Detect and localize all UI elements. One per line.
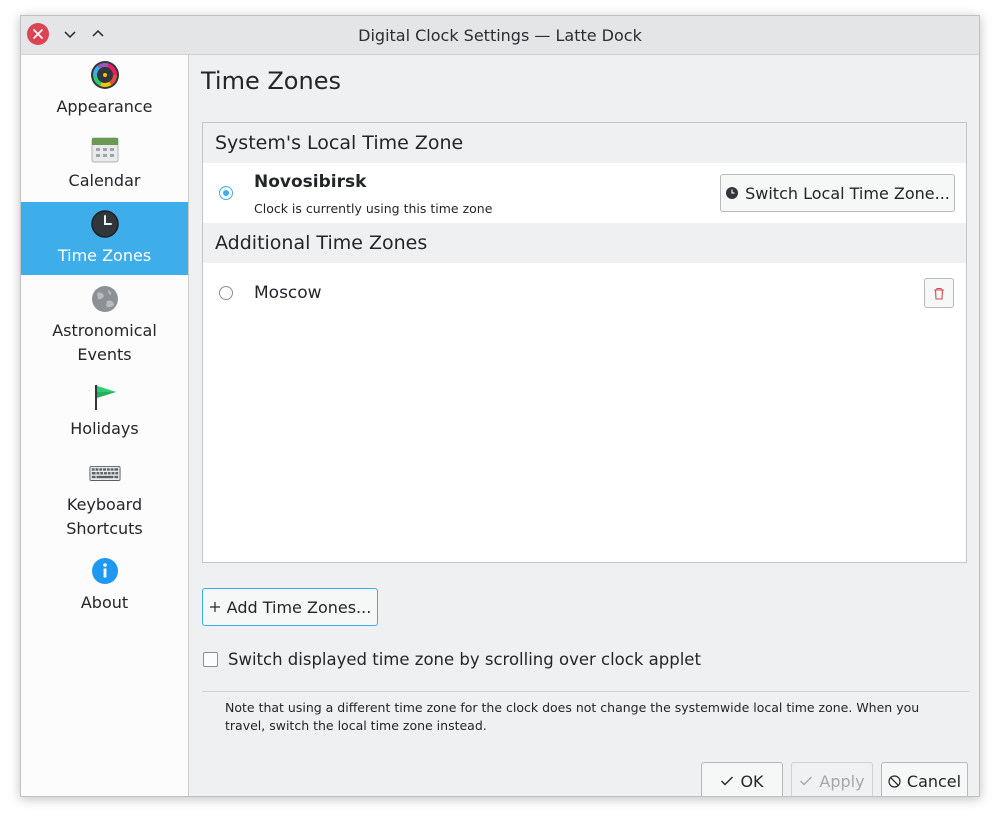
cancel-button[interactable]: Cancel	[881, 762, 968, 796]
time-zone-panel: System's Local Time Zone Novosibirsk Clo…	[202, 122, 967, 563]
sidebar-item-astronomical-events[interactable]: Astronomical Events	[21, 277, 188, 373]
appearance-icon	[89, 59, 121, 91]
divider	[202, 691, 969, 692]
check-icon	[800, 776, 813, 786]
sidebar-item-holidays[interactable]: Holidays	[21, 375, 188, 447]
sidebar-item-label: Calendar	[68, 171, 141, 190]
ok-button[interactable]: OK	[701, 762, 783, 796]
sidebar-item-label: Appearance	[56, 97, 153, 116]
scroll-switch-label[interactable]: Switch displayed time zone by scrolling …	[228, 650, 701, 669]
window-title: Digital Clock Settings — Latte Dock	[358, 26, 642, 45]
cancel-label: Cancel	[906, 771, 962, 791]
local-zone-radio[interactable]	[219, 186, 233, 200]
additional-section-title: Additional Time Zones	[215, 232, 428, 254]
keyboard-icon	[88, 457, 121, 489]
moscow-radio[interactable]	[219, 286, 233, 300]
local-section-header: System's Local Time Zone	[203, 123, 966, 163]
trash-icon	[934, 287, 944, 300]
sidebar-item-label: Keyboard Shortcuts	[66, 495, 143, 538]
switch-local-time-zone-button[interactable]: Switch Local Time Zone...	[720, 174, 955, 212]
sidebar-item-appearance[interactable]: Appearance	[21, 55, 188, 125]
local-zone-note: Clock is currently using this time zone	[254, 201, 493, 216]
switch-local-time-zone-label: Switch Local Time Zone...	[745, 183, 950, 203]
clock-icon	[726, 187, 739, 199]
calendar-icon	[89, 133, 121, 165]
list-item[interactable]: Moscow	[203, 263, 966, 323]
scroll-switch-checkbox[interactable]	[203, 652, 218, 667]
cancel-icon	[888, 774, 901, 788]
add-time-zones-button[interactable]: Add Time Zones...	[202, 588, 378, 626]
local-section-title: System's Local Time Zone	[215, 132, 464, 154]
sidebar-item-keyboard-shortcuts[interactable]: Keyboard Shortcuts	[21, 451, 188, 547]
main-content: Time Zones System's Local Time Zone Novo…	[189, 55, 979, 796]
page-title: Time Zones	[201, 67, 341, 95]
sidebar-item-label: Time Zones	[57, 246, 152, 265]
delete-zone-button[interactable]	[924, 278, 954, 308]
additional-section-header: Additional Time Zones	[203, 223, 966, 263]
sidebar-item-about[interactable]: About	[21, 549, 188, 621]
ok-label: OK	[740, 771, 764, 791]
sidebar-item-label: Holidays	[70, 419, 139, 438]
sidebar-item-label: About	[80, 593, 129, 612]
flag-icon	[89, 381, 121, 413]
globe-icon	[89, 283, 121, 315]
sidebar: Appearance Calendar Time Zones Astronomi…	[21, 55, 189, 796]
note-text: Note that using a different time zone fo…	[225, 700, 920, 733]
check-icon	[721, 776, 734, 786]
apply-label: Apply	[819, 771, 865, 791]
local-zone-name: Novosibirsk	[254, 172, 367, 192]
sidebar-item-label: Astronomical Events	[52, 321, 157, 364]
sidebar-item-time-zones[interactable]: Time Zones	[21, 202, 188, 275]
plus-icon	[209, 602, 220, 612]
zone-name: Moscow	[254, 283, 322, 303]
apply-button[interactable]: Apply	[791, 762, 873, 796]
info-icon	[89, 555, 121, 587]
clock-icon	[89, 208, 121, 240]
titlebar: Digital Clock Settings — Latte Dock	[21, 16, 979, 55]
add-time-zones-label: Add Time Zones...	[226, 597, 372, 617]
settings-window: Digital Clock Settings — Latte Dock Appe…	[20, 15, 980, 797]
sidebar-item-calendar[interactable]: Calendar	[21, 129, 188, 199]
